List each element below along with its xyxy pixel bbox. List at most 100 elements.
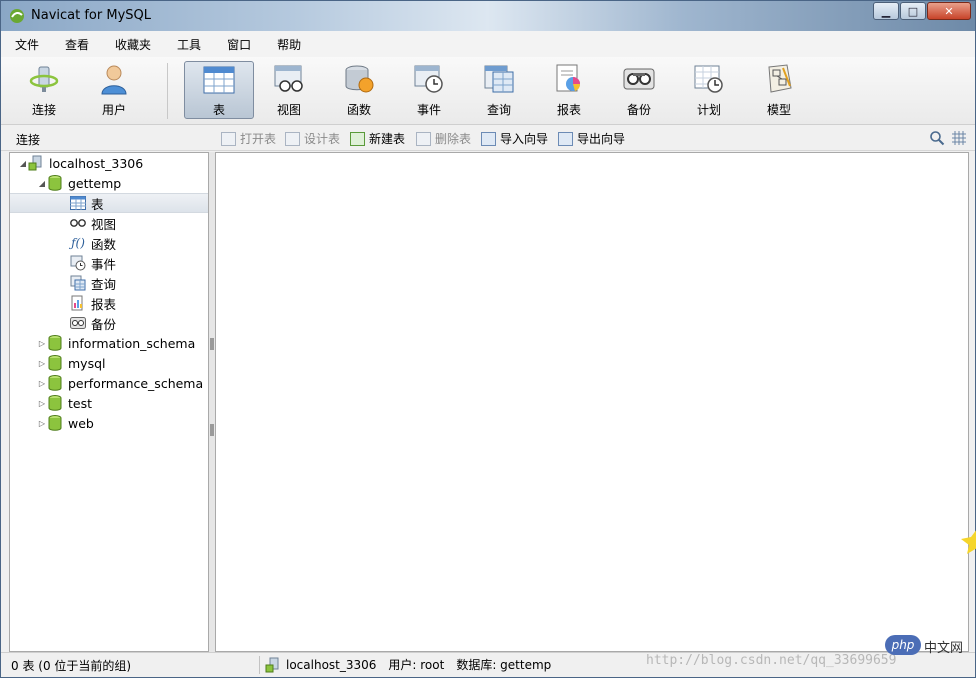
- status-database: 数据库: gettemp: [456, 658, 552, 672]
- minimize-button[interactable]: ▁: [873, 2, 899, 20]
- tree-database-test[interactable]: ▷ test: [10, 393, 208, 413]
- main-toolbar: 连接 用户 表 视图 函数 事件 查询 报表 备份 计划 模型: [1, 57, 975, 125]
- toolbar-schedule-button[interactable]: 计划: [676, 61, 742, 119]
- object-list-pane[interactable]: [215, 152, 969, 652]
- design-table-button[interactable]: 设计表: [285, 130, 340, 147]
- user-icon: [97, 63, 131, 95]
- splitter-grip-icon[interactable]: [210, 424, 214, 436]
- database-name: performance_schema: [68, 375, 204, 391]
- view-icon: [70, 215, 86, 231]
- backup-icon: [70, 315, 86, 331]
- tree-item-label: 表: [91, 196, 104, 212]
- design-table-icon: [285, 131, 300, 146]
- tree-item-label: 报表: [91, 296, 117, 312]
- expanded-arrow-icon[interactable]: ◢: [18, 158, 28, 168]
- database-icon: [47, 415, 63, 431]
- toolbar-label: 模型: [766, 103, 791, 117]
- database-icon: [47, 335, 63, 351]
- tree-database-mysql[interactable]: ▷ mysql: [10, 353, 208, 373]
- tree-database-information-schema[interactable]: ▷ information_schema: [10, 333, 208, 353]
- search-icon[interactable]: [929, 130, 945, 146]
- connection-name: localhost_3306: [49, 155, 144, 171]
- export-wizard-label: 导出向导: [577, 132, 626, 146]
- toolbar-function-button[interactable]: 函数: [326, 61, 392, 119]
- tree-item-reports[interactable]: 报表: [10, 293, 208, 313]
- grid-view-icon[interactable]: [951, 130, 967, 146]
- tree-item-views[interactable]: 视图: [10, 213, 208, 233]
- menu-favorites[interactable]: 收藏夹: [107, 36, 159, 53]
- toolbar-view-button[interactable]: 视图: [256, 61, 322, 119]
- backup-icon: [622, 63, 656, 95]
- status-connection: localhost_3306: [286, 657, 377, 672]
- toolbar-user-button[interactable]: 用户: [81, 61, 147, 119]
- tree-item-events[interactable]: 事件: [10, 253, 208, 273]
- menu-file[interactable]: 文件: [7, 36, 47, 53]
- database-name: test: [68, 395, 93, 411]
- event-icon: [412, 63, 446, 95]
- report-icon: [552, 63, 586, 95]
- menu-window[interactable]: 窗口: [219, 36, 259, 53]
- window-title: Navicat for MySQL: [31, 8, 151, 23]
- open-table-icon: [221, 131, 236, 146]
- tree-item-backups[interactable]: 备份: [10, 313, 208, 333]
- collapsed-arrow-icon[interactable]: ▷: [37, 378, 47, 388]
- import-icon: [481, 131, 496, 146]
- menu-help[interactable]: 帮助: [269, 36, 309, 53]
- import-wizard-label: 导入向导: [500, 132, 549, 146]
- toolbar-table-button[interactable]: 表: [184, 61, 254, 119]
- toolbar-backup-button[interactable]: 备份: [606, 61, 672, 119]
- tree-database-performance-schema[interactable]: ▷ performance_schema: [10, 373, 208, 393]
- toolbar-label: 备份: [626, 103, 651, 117]
- function-icon: ƒ(): [71, 236, 85, 250]
- tree-database-gettemp[interactable]: ◢ gettemp: [10, 173, 208, 193]
- export-wizard-button[interactable]: 导出向导: [558, 130, 625, 147]
- toolbar-model-button[interactable]: 模型: [746, 61, 812, 119]
- collapsed-arrow-icon[interactable]: ▷: [37, 418, 47, 428]
- collapsed-arrow-icon[interactable]: ▷: [37, 358, 47, 368]
- tree-item-queries[interactable]: 查询: [10, 273, 208, 293]
- connect-icon: [27, 63, 61, 95]
- open-table-button[interactable]: 打开表: [221, 130, 276, 147]
- collapsed-arrow-icon[interactable]: ▷: [37, 338, 47, 348]
- window-controls: ▁ □ ✕: [872, 2, 971, 20]
- toolbar-label: 函数: [346, 103, 371, 117]
- toolbar-label: 查询: [486, 103, 511, 117]
- query-icon: [70, 275, 86, 291]
- table-icon: [202, 64, 236, 95]
- app-window: Navicat for MySQL ▁ □ ✕ 文件 查看 收藏夹 工具 窗口 …: [0, 0, 976, 678]
- connection-status: localhost_3306 用户: root 数据库: gettemp: [265, 656, 563, 673]
- toolbar-report-button[interactable]: 报表: [536, 61, 602, 119]
- delete-table-button[interactable]: 删除表: [416, 130, 471, 147]
- new-table-label: 新建表: [369, 132, 406, 146]
- toolbar-event-button[interactable]: 事件: [396, 61, 462, 119]
- tree-database-web[interactable]: ▷ web: [10, 413, 208, 433]
- collapsed-arrow-icon[interactable]: ▷: [37, 398, 47, 408]
- splitter-grip-icon[interactable]: [210, 338, 214, 350]
- toolbar-label: 视图: [276, 103, 301, 117]
- toolbar-connect-button[interactable]: 连接: [11, 61, 77, 119]
- new-table-button[interactable]: 新建表: [350, 130, 405, 147]
- tree-connection[interactable]: ◢ localhost_3306: [10, 153, 208, 173]
- object-count-status: 0 表 (0 位于当前的组): [11, 659, 132, 673]
- new-table-icon: [350, 131, 365, 146]
- maximize-button[interactable]: □: [900, 2, 926, 20]
- toolbar-query-button[interactable]: 查询: [466, 61, 532, 119]
- import-wizard-button[interactable]: 导入向导: [481, 130, 548, 147]
- open-table-label: 打开表: [240, 132, 277, 146]
- object-toolbar: 连接 打开表 设计表 新建表 删除表 导入向导 导出向导: [1, 125, 975, 151]
- menu-view[interactable]: 查看: [57, 36, 97, 53]
- database-icon: [47, 175, 63, 191]
- navicat-logo-icon: [10, 9, 24, 23]
- tree-item-functions[interactable]: ƒ() 函数: [10, 233, 208, 253]
- view-icon: [272, 63, 306, 95]
- expanded-arrow-icon[interactable]: ◢: [37, 178, 47, 188]
- tree-item-tables[interactable]: 表: [10, 193, 208, 213]
- menu-tools[interactable]: 工具: [169, 36, 209, 53]
- title-bar[interactable]: Navicat for MySQL ▁ □ ✕: [1, 1, 975, 31]
- database-name: gettemp: [68, 175, 122, 191]
- php-logo-badge: php: [885, 635, 921, 655]
- close-button[interactable]: ✕: [927, 2, 971, 20]
- event-icon: [70, 255, 86, 271]
- tree-item-label: 视图: [91, 216, 117, 232]
- star-icon: [961, 530, 976, 554]
